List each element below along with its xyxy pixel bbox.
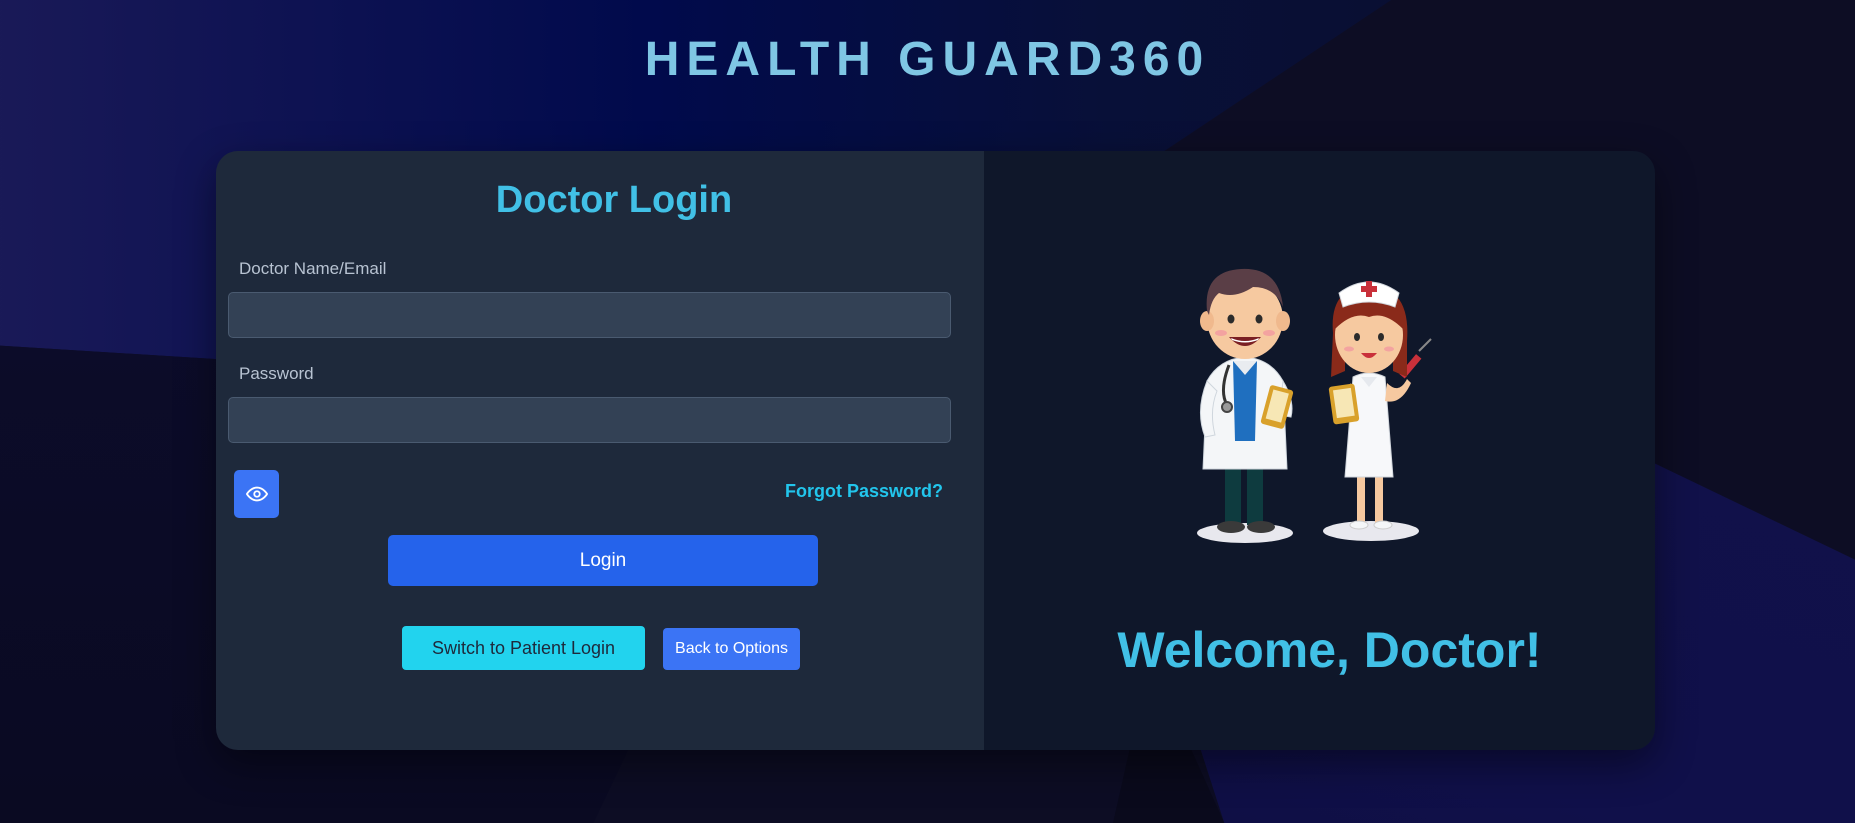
welcome-panel: Welcome, Doctor! [984, 151, 1655, 750]
login-card: Doctor Login Doctor Name/Email Password … [216, 151, 1655, 750]
doctor-nurse-illustration [1179, 241, 1449, 551]
welcome-heading: Welcome, Doctor! [1117, 622, 1542, 678]
toggle-password-button[interactable] [234, 470, 279, 518]
name-email-input[interactable] [228, 292, 951, 338]
password-input[interactable] [228, 397, 951, 443]
name-email-label: Doctor Name/Email [239, 259, 387, 278]
login-panel: Doctor Login Doctor Name/Email Password … [216, 151, 984, 750]
eye-icon [245, 483, 268, 505]
app-title: HEALTH GUARD360 [644, 33, 1211, 86]
switch-to-patient-login-button[interactable]: Switch to Patient Login [402, 626, 645, 670]
back-to-options-button[interactable]: Back to Options [663, 628, 800, 670]
login-button[interactable]: Login [388, 535, 818, 586]
password-label: Password [239, 364, 314, 383]
login-heading: Doctor Login [495, 179, 733, 221]
forgot-password-link[interactable]: Forgot Password? [785, 481, 943, 502]
